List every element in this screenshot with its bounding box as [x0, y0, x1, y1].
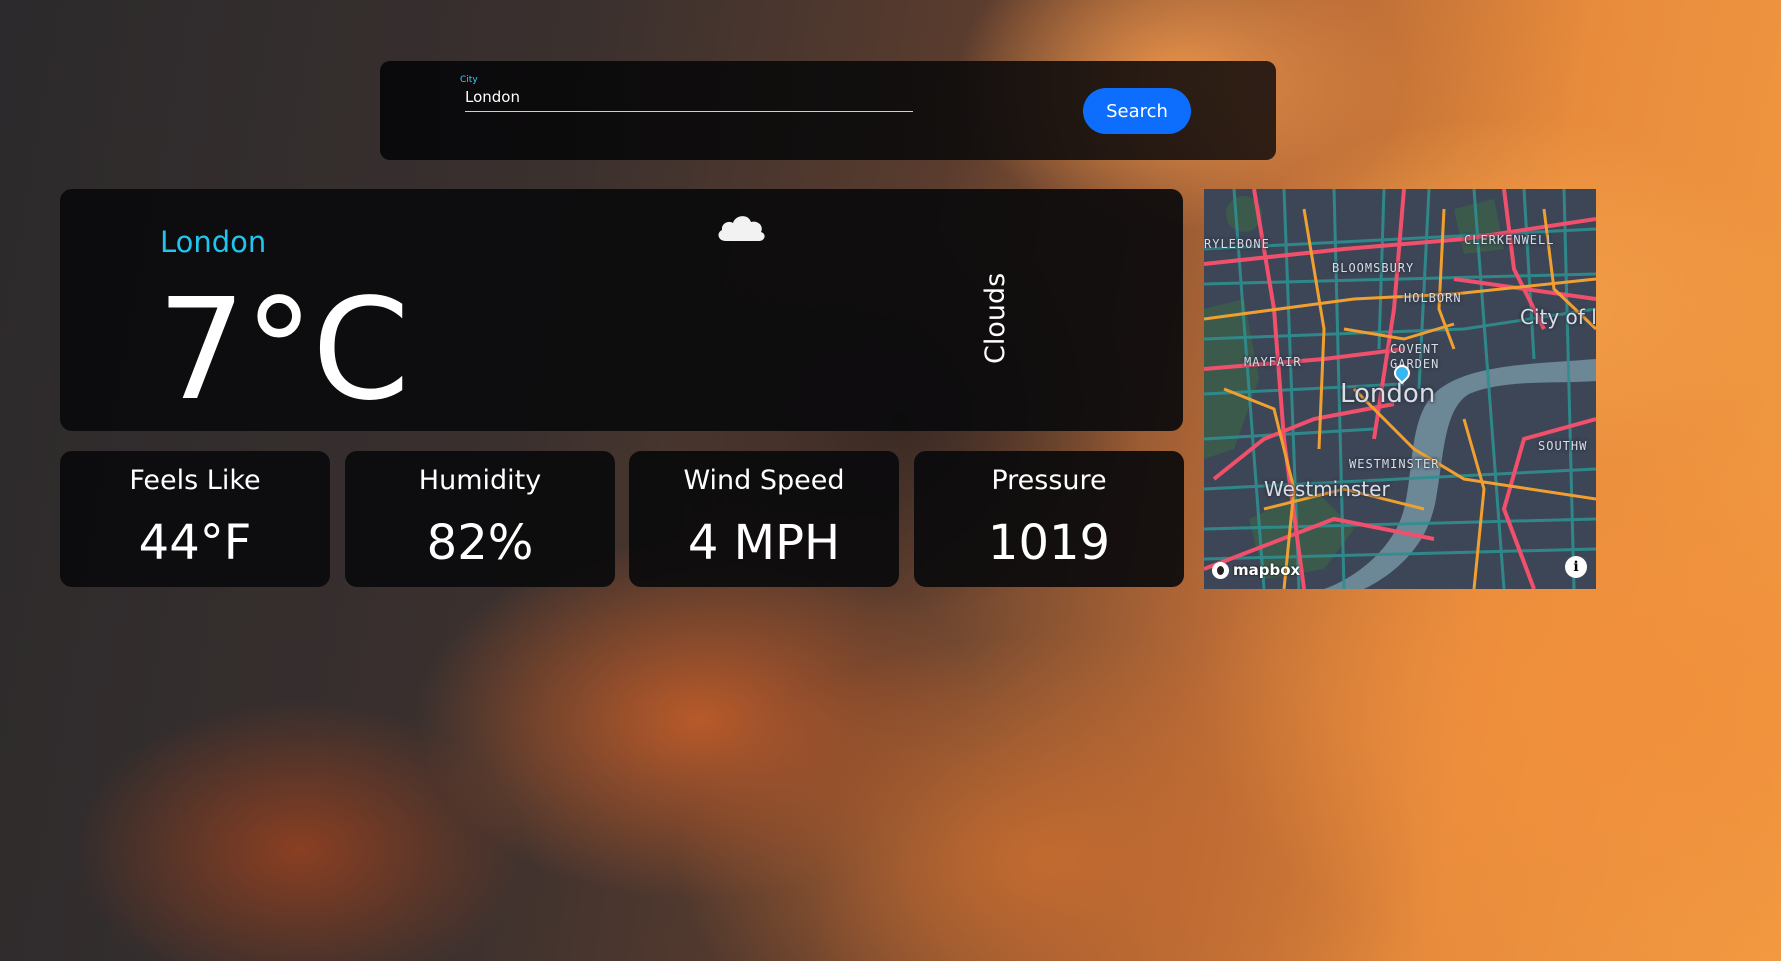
map-label-covent-garden-1: COVENT: [1390, 342, 1440, 356]
map-label-city-of-london: City of l: [1520, 305, 1596, 329]
wind-speed-label: Wind Speed: [683, 465, 845, 496]
city-name: London: [160, 225, 267, 259]
city-map[interactable]: RYLEBONE CLERKENWELL BLOOMSBURY HOLBORN …: [1204, 189, 1596, 589]
search-button[interactable]: Search: [1083, 88, 1191, 134]
wind-speed-value: 4 MPH: [687, 515, 841, 571]
city-input-field[interactable]: City London: [460, 73, 913, 112]
feels-like-label: Feels Like: [129, 465, 261, 496]
info-icon[interactable]: i: [1565, 556, 1587, 578]
map-label-marylebone: RYLEBONE: [1204, 237, 1270, 251]
map-label-bloomsbury: BLOOMSBURY: [1332, 261, 1415, 275]
map-label-clerkenwell: CLERKENWELL: [1464, 233, 1555, 247]
map-label-westminster-small: WESTMINSTER: [1349, 457, 1440, 471]
pressure-label: Pressure: [991, 465, 1107, 496]
feels-like-card: Feels Like 44°F: [60, 451, 330, 587]
mapbox-logo[interactable]: mapbox: [1212, 561, 1300, 579]
mapbox-logo-icon: [1212, 561, 1229, 579]
map-label-southwark: SOUTHW: [1538, 439, 1588, 453]
feels-like-value: 44°F: [138, 515, 252, 571]
wind-speed-card: Wind Speed 4 MPH: [629, 451, 899, 587]
city-input[interactable]: London: [465, 88, 520, 106]
humidity-value: 82%: [426, 515, 534, 571]
mapbox-attribution: mapbox: [1233, 561, 1301, 579]
map-label-london: London: [1340, 379, 1436, 409]
pressure-card: Pressure 1019: [914, 451, 1184, 587]
weather-card: London 7°C Clouds: [60, 189, 1183, 431]
city-input-label: City: [460, 75, 478, 85]
humidity-card: Humidity 82%: [345, 451, 615, 587]
search-bar: City London Search: [380, 61, 1276, 160]
humidity-label: Humidity: [418, 465, 542, 496]
temperature: 7°C: [157, 269, 410, 432]
weather-condition: Clouds: [980, 272, 1011, 364]
cloud-icon: [718, 216, 765, 241]
pressure-value: 1019: [987, 515, 1111, 571]
map-label-mayfair: MAYFAIR: [1244, 355, 1302, 369]
map-label-westminster: Westminster: [1264, 477, 1390, 501]
map-label-holborn: HOLBORN: [1404, 291, 1462, 305]
